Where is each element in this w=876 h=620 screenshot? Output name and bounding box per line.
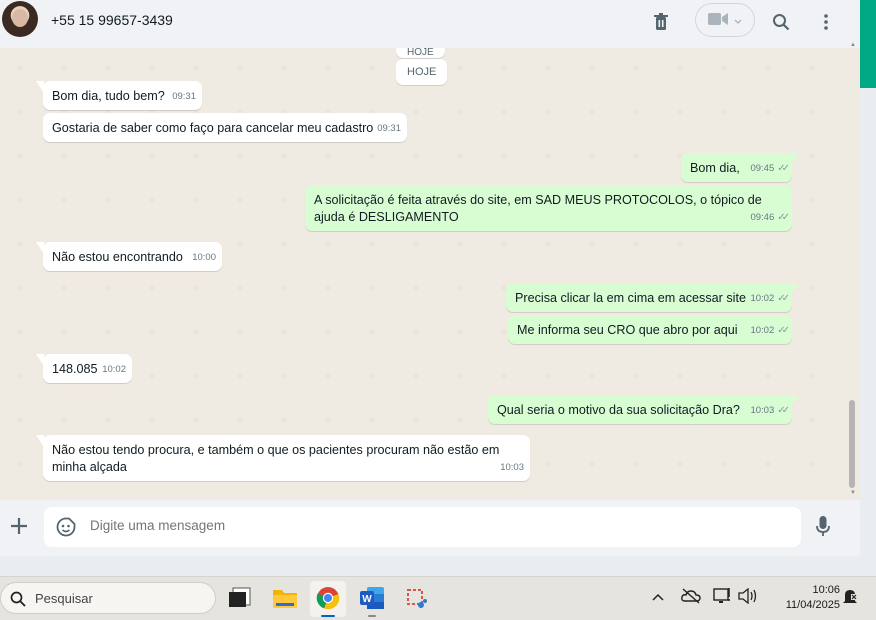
message-bubble[interactable]: 148.085 10:02 xyxy=(36,354,132,383)
message-meta: 10:03 ✓✓ xyxy=(750,402,790,419)
message-meta: 10:02 xyxy=(102,361,126,378)
window-bottom-margin xyxy=(0,556,860,576)
message-time: 09:31 xyxy=(377,123,401,134)
chat-header: +55 15 99657-3439 xyxy=(0,0,860,48)
message-meta: 10:02 ✓✓ xyxy=(750,290,790,307)
date-chip: HOJE xyxy=(396,59,448,85)
message-bubble[interactable]: Bom dia, 09:45 ✓✓ xyxy=(681,153,799,182)
accent-bar xyxy=(860,0,876,88)
taskbar-search-box[interactable]: Pesquisar xyxy=(0,582,216,614)
message-text: A solicitação é feita através do site, e… xyxy=(314,193,762,224)
video-call-icon xyxy=(708,12,728,29)
folder-icon xyxy=(272,587,298,612)
menu-button[interactable] xyxy=(811,8,841,38)
message-text: Precisa clicar la em cima em acessar sit… xyxy=(515,291,746,305)
date-chip-partial: HOJE xyxy=(396,48,445,58)
video-call-button[interactable] xyxy=(695,3,755,37)
search-icon xyxy=(772,13,790,34)
chrome-icon xyxy=(316,586,340,613)
chrome-button[interactable] xyxy=(310,581,346,617)
message-text: Bom dia, xyxy=(690,161,740,175)
contact-name[interactable]: +55 15 99657-3439 xyxy=(51,12,173,28)
taskbar-search-placeholder: Pesquisar xyxy=(35,591,93,606)
message-time: 10:03 xyxy=(750,405,775,416)
message-bubble[interactable]: Gostaria de saber como faço para cancela… xyxy=(43,113,407,142)
message-meta: 10:00 xyxy=(192,249,216,266)
message-bubble[interactable]: Qual seria o motivo da sua solicitação D… xyxy=(488,395,799,424)
task-view-button[interactable] xyxy=(222,581,258,617)
search-button[interactable] xyxy=(766,8,796,38)
message-time: 10:03 xyxy=(500,462,524,473)
message-text: Me informa seu CRO que abro por aqui xyxy=(517,323,738,337)
message-input[interactable] xyxy=(90,518,690,533)
message-bubble[interactable]: Não estou tendo procura, e também o que … xyxy=(36,435,530,481)
read-ticks-icon: ✓✓ xyxy=(777,163,790,174)
message-input-box[interactable] xyxy=(44,507,801,547)
word-button[interactable]: W xyxy=(354,581,390,617)
message-time: 10:00 xyxy=(192,252,216,263)
menu-icon xyxy=(824,13,828,33)
clock-time: 10:06 xyxy=(812,584,840,596)
read-ticks-icon: ✓✓ xyxy=(777,405,790,416)
attach-button[interactable] xyxy=(6,510,32,542)
side-panel-strip xyxy=(860,0,876,576)
message-meta: 09:46 ✓✓ xyxy=(750,209,790,226)
message-bubble[interactable]: Me informa seu CRO que abro por aqui 10:… xyxy=(508,315,792,344)
message-time: 09:45 xyxy=(750,163,775,174)
network-icon[interactable] xyxy=(713,587,733,608)
chevron-down-icon xyxy=(734,13,742,28)
clock-date: 11/04/2025 xyxy=(785,599,840,611)
file-explorer-button[interactable] xyxy=(267,581,303,617)
read-ticks-icon: ✓✓ xyxy=(777,293,790,304)
message-meta: 09:31 xyxy=(172,88,196,105)
message-meta: 09:31 xyxy=(377,120,401,137)
message-meta: 09:45 ✓✓ xyxy=(750,160,790,177)
message-text: Qual seria o motivo da sua solicitação D… xyxy=(497,403,740,417)
message-bubble[interactable]: Precisa clicar la em cima em acessar sit… xyxy=(506,283,799,312)
sticker-icon[interactable] xyxy=(56,517,76,540)
snipping-tool-button[interactable] xyxy=(398,581,434,617)
snipping-tool-icon xyxy=(404,586,428,613)
message-meta: 10:02 ✓✓ xyxy=(750,322,790,339)
message-meta: 10:03 xyxy=(500,459,524,476)
task-view-icon xyxy=(228,587,252,612)
composer xyxy=(0,500,860,556)
running-indicator xyxy=(368,615,376,617)
message-bubble[interactable]: A solicitação é feita através do site, e… xyxy=(305,185,792,231)
scroll-up-arrow-icon[interactable]: ▲ xyxy=(850,42,856,48)
read-ticks-icon: ✓✓ xyxy=(777,212,790,223)
message-time: 09:46 xyxy=(750,212,775,223)
message-text: Não estou encontrando xyxy=(52,250,183,264)
active-indicator xyxy=(321,615,335,617)
notification-icon[interactable] xyxy=(842,588,858,609)
search-icon xyxy=(10,591,26,610)
delete-button[interactable] xyxy=(646,8,676,38)
whatsapp-window: +55 15 99657-3439 HOJE HOJE Bom dia, tud… xyxy=(0,0,860,556)
message-bubble[interactable]: Não estou encontrando 10:00 xyxy=(36,242,222,271)
message-time: 09:31 xyxy=(172,91,196,102)
plus-icon xyxy=(10,511,28,542)
message-time: 10:02 xyxy=(750,325,775,336)
delete-icon xyxy=(653,12,669,34)
read-ticks-icon: ✓✓ xyxy=(777,325,790,336)
chat-scrollbar[interactable] xyxy=(849,400,855,488)
microphone-icon[interactable] xyxy=(816,516,830,541)
message-list[interactable]: HOJE HOJE Bom dia, tudo bem? 09:31 Gosta… xyxy=(0,48,848,500)
volume-icon[interactable] xyxy=(738,587,758,607)
svg-text:W: W xyxy=(362,594,372,605)
message-bubble[interactable]: Bom dia, tudo bem? 09:31 xyxy=(36,81,202,110)
message-text: Gostaria de saber como faço para cancela… xyxy=(52,121,374,135)
word-icon: W xyxy=(359,586,385,613)
scroll-down-arrow-icon[interactable]: ▼ xyxy=(850,490,856,496)
message-text: Bom dia, tudo bem? xyxy=(52,89,165,103)
chevron-up-icon[interactable] xyxy=(652,589,664,604)
onedrive-offline-icon[interactable] xyxy=(681,588,701,607)
taskbar-clock[interactable]: 10:06 11/04/2025 xyxy=(764,583,840,613)
message-text: Não estou tendo procura, e também o que … xyxy=(52,443,500,474)
message-text: 148.085 xyxy=(52,362,98,376)
message-time: 10:02 xyxy=(102,364,126,375)
windows-taskbar: Pesquisar W 10:06 11/04/2025 xyxy=(0,576,876,620)
contact-avatar[interactable] xyxy=(2,1,38,37)
message-time: 10:02 xyxy=(750,293,775,304)
